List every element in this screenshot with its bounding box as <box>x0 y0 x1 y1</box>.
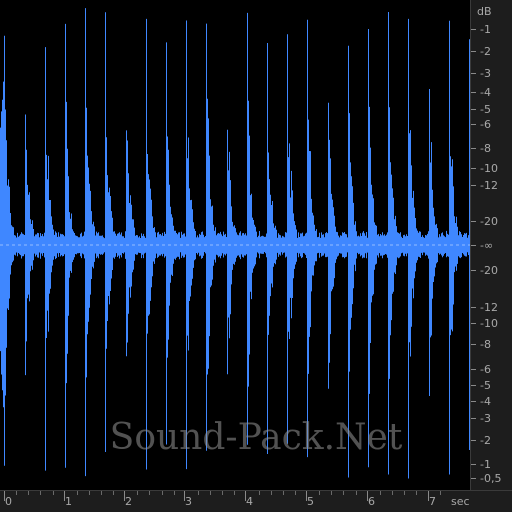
time-label: 3 <box>185 495 192 508</box>
db-label: -20 <box>480 264 498 277</box>
db-label: -2 <box>480 45 491 58</box>
db-label: -10 <box>480 317 498 330</box>
db-label: -12 <box>480 179 498 192</box>
waveform-view[interactable] <box>0 0 470 490</box>
db-unit-label: dB <box>477 5 492 18</box>
db-ruler: dB -1 -2 -3 -4 -5 -6 -8 -10 -12 -20 -∞ -… <box>470 0 512 490</box>
db-label: -4 <box>480 86 491 99</box>
db-label: -5 <box>480 103 491 116</box>
time-label: 6 <box>368 495 375 508</box>
db-label: -∞ <box>480 239 494 252</box>
time-label: 7 <box>429 495 436 508</box>
db-label: -6 <box>480 363 491 376</box>
db-label: -1 <box>480 458 491 471</box>
db-label: -4 <box>480 395 491 408</box>
db-label: -0,5 <box>480 472 502 485</box>
time-label: 2 <box>125 495 132 508</box>
db-label: -2 <box>480 434 491 447</box>
db-label: -3 <box>480 412 491 425</box>
db-label: -12 <box>480 301 498 314</box>
time-label: 1 <box>65 495 72 508</box>
time-label: 4 <box>246 495 253 508</box>
time-ruler[interactable]: 0 1 2 3 4 5 6 7 sec <box>0 490 512 512</box>
time-label: 0 <box>5 495 12 508</box>
waveform-channel <box>0 8 470 479</box>
db-label: -5 <box>480 379 491 392</box>
audio-editor: dB -1 -2 -3 -4 -5 -6 -8 -10 -12 -20 -∞ -… <box>0 0 512 512</box>
time-label: 5 <box>307 495 314 508</box>
time-unit-label: sec <box>451 495 470 508</box>
db-label: -6 <box>480 118 491 131</box>
waveform-canvas[interactable] <box>0 0 470 490</box>
db-label: -3 <box>480 67 491 80</box>
db-label: -20 <box>480 215 498 228</box>
db-label: -8 <box>480 142 491 155</box>
db-label: -8 <box>480 338 491 351</box>
db-label: -1 <box>480 23 491 36</box>
db-label: -10 <box>480 162 498 175</box>
